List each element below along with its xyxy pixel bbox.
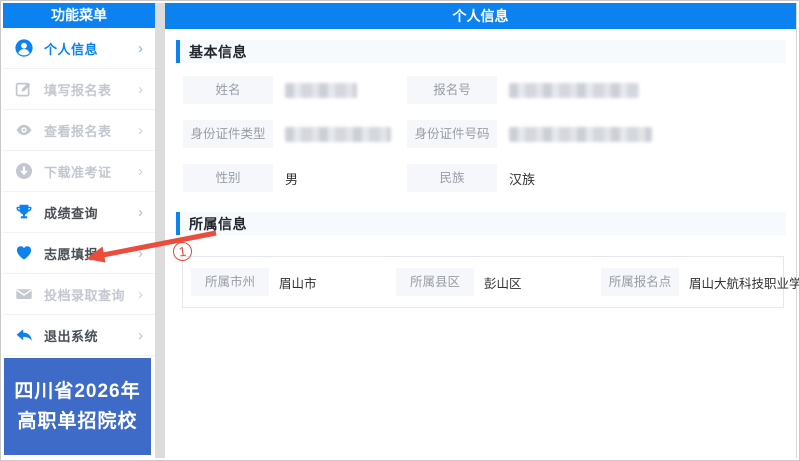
basic-info-grid: 姓名 报名号 身份证件类型 身份证件号码 性别 男 民族 汉族 — [183, 76, 786, 192]
download-icon — [15, 162, 33, 180]
field-label: 报名号 — [407, 76, 497, 104]
field-ethnicity: 民族 汉族 — [407, 164, 786, 192]
page-title: 个人信息 — [165, 3, 796, 29]
field-id-number: 身份证件号码 — [407, 120, 786, 148]
field-label: 身份证件号码 — [407, 120, 497, 148]
field-id-type: 身份证件类型 — [183, 120, 407, 148]
mail-icon — [15, 285, 33, 303]
sidebar-item-download-ticket[interactable]: 下载准考证 › — [3, 151, 155, 192]
panel-divider — [155, 3, 165, 458]
sidebar-item-volunteer-application[interactable]: 志愿填报 › — [3, 233, 155, 274]
field-label: 姓名 — [183, 76, 273, 104]
main-panel: 个人信息 基本信息 姓名 报名号 身份证件类型 身份证件号码 性别 男 民族 汉… — [165, 3, 799, 458]
section-title-basic-info: 基本信息 — [176, 40, 786, 63]
field-reg-point: 所属报名点 眉山大航科技职业学校 — [601, 268, 799, 296]
sidebar-item-label: 填写报名表 — [44, 82, 112, 98]
redacted-value — [509, 126, 652, 142]
field-label: 民族 — [407, 164, 497, 192]
field-reg-no: 报名号 — [407, 76, 786, 104]
field-label: 所属市州 — [191, 268, 269, 296]
sidebar-item-fill-form[interactable]: 填写报名表 › — [3, 69, 155, 110]
promo-banner: 四川省2026年 高职单招院校 — [4, 358, 151, 455]
field-label: 所属报名点 — [601, 268, 679, 296]
eye-icon — [15, 121, 33, 139]
field-value: 彭山区 — [484, 276, 522, 291]
sidebar-item-label: 查看报名表 — [44, 123, 112, 139]
field-value: 眉山市 — [279, 276, 317, 291]
sidebar-item-label: 下载准考证 — [44, 164, 112, 180]
chevron-right-icon: › — [138, 39, 143, 57]
field-value: 汉族 — [509, 171, 536, 187]
sidebar-item-view-form[interactable]: 查看报名表 › — [3, 110, 155, 151]
sidebar-item-label: 退出系统 — [44, 328, 99, 344]
field-name: 姓名 — [183, 76, 407, 104]
sidebar-item-logout[interactable]: 退出系统 › — [3, 315, 155, 356]
sidebar: 功能菜单 个人信息 › 填写报名表 › 查看报名表 › 下载准考证 › 成绩查询… — [3, 3, 155, 458]
edit-icon — [15, 80, 33, 98]
sidebar-item-label: 个人信息 — [44, 41, 99, 57]
sidebar-item-score-query[interactable]: 成绩查询 › — [3, 192, 155, 233]
redacted-value — [509, 82, 639, 98]
sidebar-item-personal-info[interactable]: 个人信息 › — [3, 28, 155, 69]
field-gender: 性别 男 — [183, 164, 407, 192]
sidebar-header: 功能菜单 — [3, 3, 155, 28]
field-city: 所属市州 眉山市 — [191, 268, 396, 296]
sidebar-item-label: 投档录取查询 — [44, 287, 126, 303]
chevron-right-icon: › — [138, 203, 143, 221]
field-value: 男 — [285, 171, 299, 187]
trophy-icon — [15, 203, 33, 221]
sidebar-item-label: 志愿填报 — [44, 246, 99, 262]
redacted-value — [285, 126, 391, 142]
chevron-right-icon: › — [138, 326, 143, 344]
chevron-right-icon: › — [138, 244, 143, 262]
promo-line-2: 高职单招院校 — [17, 410, 138, 432]
chevron-right-icon: › — [138, 80, 143, 98]
app-window: 功能菜单 个人信息 › 填写报名表 › 查看报名表 › 下载准考证 › 成绩查询… — [0, 0, 800, 461]
section-title-text: 所属信息 — [189, 215, 247, 232]
section-title-text: 基本信息 — [189, 43, 247, 60]
heart-icon — [15, 244, 33, 262]
chevron-right-icon: › — [138, 121, 143, 139]
field-label: 身份证件类型 — [183, 120, 273, 148]
field-value: 眉山大航科技职业学校 — [689, 276, 799, 291]
main-content: 基本信息 姓名 报名号 身份证件类型 身份证件号码 性别 男 民族 汉族 所属信… — [165, 29, 799, 308]
field-label: 性别 — [183, 164, 273, 192]
section-title-affiliation-info: 所属信息 — [176, 212, 786, 235]
annotation-badge-1: 1 — [171, 240, 194, 263]
redacted-value — [285, 82, 357, 98]
sidebar-item-label: 成绩查询 — [44, 205, 99, 221]
field-county: 所属县区 彭山区 — [396, 268, 601, 296]
sidebar-item-admission-query[interactable]: 投档录取查询 › — [3, 274, 155, 315]
user-icon — [15, 39, 33, 57]
field-label: 所属县区 — [396, 268, 474, 296]
exit-arrow-icon — [15, 326, 33, 344]
affiliation-box: 1 所属市州 眉山市 所属县区 彭山区 所属报名点 眉山大航科技职业学校 — [171, 240, 799, 308]
chevron-right-icon: › — [138, 162, 143, 180]
chevron-right-icon: › — [138, 285, 143, 303]
promo-line-1: 四川省2026年 — [14, 380, 141, 402]
